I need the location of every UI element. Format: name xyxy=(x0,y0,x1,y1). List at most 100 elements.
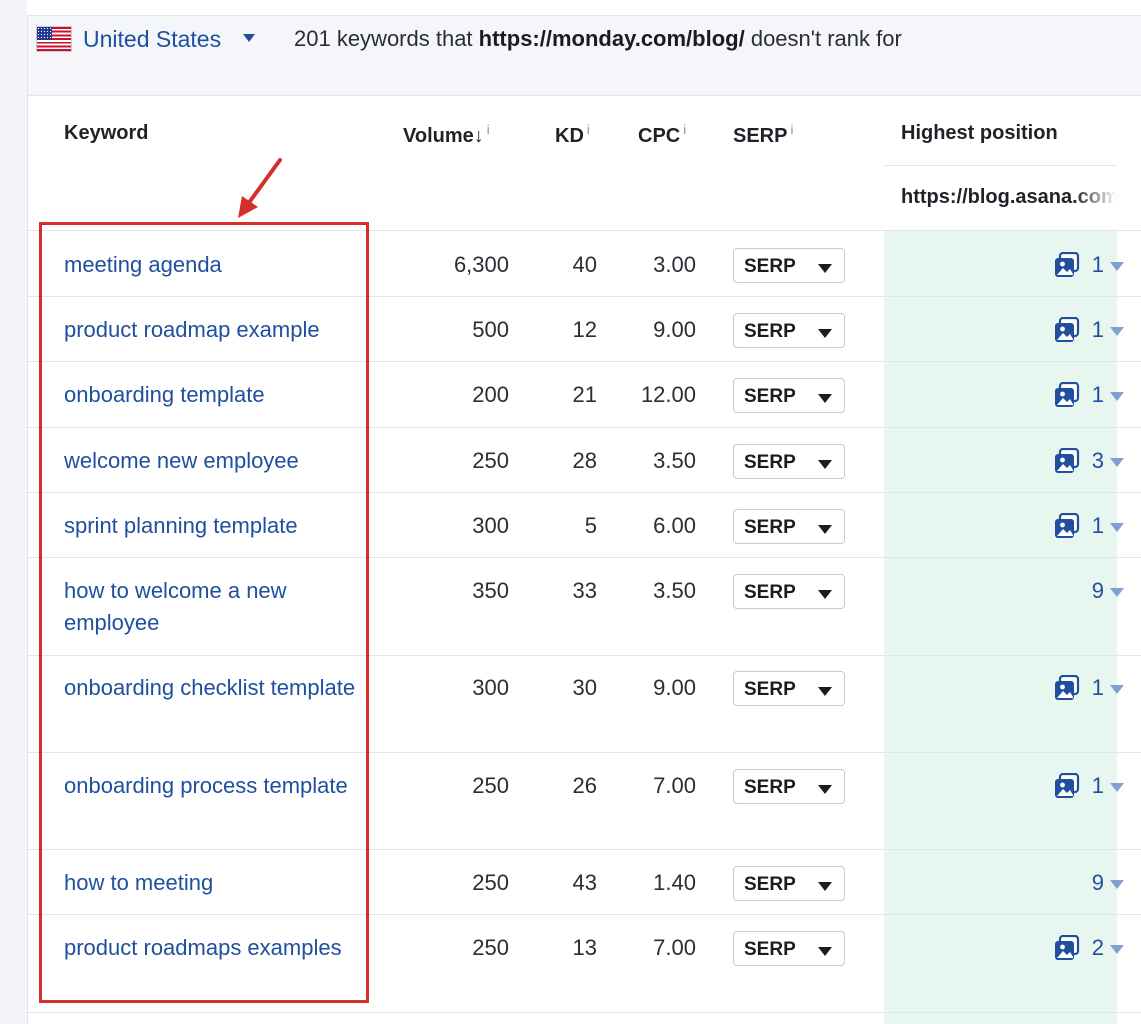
keyword-link[interactable]: product roadmap example xyxy=(64,314,364,346)
info-icon[interactable]: i xyxy=(790,122,793,137)
chevron-down-icon[interactable] xyxy=(1110,685,1124,694)
keyword-link[interactable]: onboarding template xyxy=(64,379,364,411)
arrow-icon xyxy=(238,158,282,218)
serp-button[interactable]: SERP xyxy=(733,931,845,966)
chevron-down-icon[interactable] xyxy=(1110,327,1124,336)
chevron-down-icon xyxy=(818,785,832,794)
cpc-cell: 9.00 xyxy=(653,317,696,342)
highest-position-cell[interactable]: 9 xyxy=(1062,575,1124,607)
keyword-link[interactable]: welcome new employee xyxy=(64,445,364,477)
column-header-highest-position[interactable]: Highest position xyxy=(901,122,1058,145)
image-pack-icon xyxy=(1055,513,1080,538)
keyword-link[interactable]: how to meeting xyxy=(64,867,364,899)
us-flag-icon[interactable] xyxy=(36,26,72,52)
highest-position-cell[interactable]: 2 xyxy=(1055,932,1124,964)
competitor-url-header[interactable]: https://blog.asana.com xyxy=(901,186,1117,209)
chevron-down-icon[interactable] xyxy=(1110,392,1124,401)
volume-cell: 500 xyxy=(472,317,509,342)
chevron-down-icon xyxy=(818,525,832,534)
table-row: sprint planning template 300 5 6.00 SERP 1 xyxy=(28,493,1141,558)
column-header-cpc[interactable]: CPC i xyxy=(638,122,686,148)
image-pack-icon xyxy=(1055,317,1080,342)
chevron-down-icon[interactable] xyxy=(1110,880,1124,889)
keyword-link[interactable]: onboarding process template xyxy=(64,770,364,802)
table-row: how to meeting 250 43 1.40 SERP 9 xyxy=(28,850,1141,915)
serp-button-label: SERP xyxy=(744,517,796,538)
chevron-down-icon[interactable] xyxy=(1110,588,1124,597)
volume-cell: 6,300 xyxy=(453,252,509,277)
cpc-cell: 3.50 xyxy=(653,578,696,603)
serp-button-label: SERP xyxy=(744,777,796,798)
serp-button[interactable]: SERP xyxy=(733,444,845,479)
cpc-cell: 6.00 xyxy=(653,513,696,538)
kd-cell: 12 xyxy=(572,317,597,342)
keyword-link[interactable]: sprint planning template xyxy=(64,510,364,542)
table-row: onboarding process template 250 26 7.00 SERP… xyxy=(28,753,1141,850)
highest-position-cell[interactable]: 3 xyxy=(1055,445,1124,477)
column-header-serp[interactable]: SERP i xyxy=(733,122,793,148)
serp-button-label: SERP xyxy=(744,321,796,342)
volume-cell: 300 xyxy=(472,513,509,538)
kd-cell: 43 xyxy=(572,870,597,895)
table-row: onboarding template 200 21 12.00 SERP 1 xyxy=(28,362,1141,428)
sort-desc-icon[interactable]: ↓ xyxy=(474,125,484,147)
chevron-down-icon[interactable] xyxy=(1110,945,1124,954)
highest-position-cell[interactable]: 1 xyxy=(1055,672,1124,704)
country-dropdown-caret-icon[interactable] xyxy=(243,34,255,42)
chevron-down-icon xyxy=(818,947,832,956)
position-value: 1 xyxy=(1091,513,1104,538)
serp-button-label: SERP xyxy=(744,386,796,407)
keyword-link[interactable]: how to welcome a new employee xyxy=(64,575,364,639)
keyword-link[interactable]: meeting agenda xyxy=(64,249,364,281)
chevron-down-icon xyxy=(818,264,832,273)
serp-button[interactable]: SERP xyxy=(733,313,845,348)
results-summary: 201 keywords that https://monday.com/blo… xyxy=(294,26,902,52)
highest-position-cell[interactable]: 1 xyxy=(1055,379,1124,411)
summary-prefix: 201 keywords that xyxy=(294,26,473,51)
cpc-cell: 12.00 xyxy=(640,382,696,407)
serp-button[interactable]: SERP xyxy=(733,248,845,283)
serp-button[interactable]: SERP xyxy=(733,769,845,804)
kd-cell: 33 xyxy=(572,578,597,603)
cpc-cell: 3.50 xyxy=(653,448,696,473)
highest-position-cell[interactable]: 1 xyxy=(1055,510,1124,542)
position-value: 2 xyxy=(1091,935,1104,960)
keyword-link[interactable]: product roadmaps examples xyxy=(64,932,364,964)
column-header-volume[interactable]: Volume↓ i xyxy=(403,122,490,148)
cpc-cell: 7.00 xyxy=(653,935,696,960)
highest-position-cell[interactable]: 1 xyxy=(1055,249,1124,281)
volume-cell: 250 xyxy=(472,870,509,895)
country-selector[interactable]: United States xyxy=(83,26,221,52)
chevron-down-icon[interactable] xyxy=(1110,262,1124,271)
info-icon[interactable]: i xyxy=(587,122,590,137)
highest-position-cell[interactable]: 1 xyxy=(1055,770,1124,802)
chevron-down-icon[interactable] xyxy=(1110,458,1124,467)
info-icon[interactable]: i xyxy=(487,122,490,137)
info-icon[interactable]: i xyxy=(683,122,686,137)
volume-cell: 250 xyxy=(472,935,509,960)
image-pack-icon xyxy=(1055,935,1080,960)
chevron-down-icon[interactable] xyxy=(1110,523,1124,532)
table-row: product roadmap example 500 12 9.00 SERP 1 xyxy=(28,297,1141,362)
serp-button-label: SERP xyxy=(744,874,796,895)
column-header-keyword[interactable]: Keyword xyxy=(64,122,148,145)
image-pack-icon xyxy=(1055,448,1080,473)
table-row: onboarding checklist template 300 30 9.00 SE… xyxy=(28,656,1141,753)
table-row: welcome new employee 250 28 3.50 SERP 3 xyxy=(28,428,1141,493)
volume-cell: 300 xyxy=(472,675,509,700)
keyword-link[interactable]: onboarding checklist template xyxy=(64,672,364,704)
highest-position-cell[interactable]: 1 xyxy=(1055,314,1124,346)
highest-position-cell[interactable]: 9 xyxy=(1062,867,1124,899)
kd-cell: 28 xyxy=(572,448,597,473)
serp-button[interactable]: SERP xyxy=(733,671,845,706)
serp-button[interactable]: SERP xyxy=(733,509,845,544)
left-page-frame xyxy=(0,0,28,1024)
serp-button[interactable]: SERP xyxy=(733,574,845,609)
volume-cell: 350 xyxy=(472,578,509,603)
image-pack-icon xyxy=(1055,252,1080,277)
serp-button[interactable]: SERP xyxy=(733,378,845,413)
column-header-kd[interactable]: KD i xyxy=(555,122,590,148)
chevron-down-icon[interactable] xyxy=(1110,783,1124,792)
image-pack-icon xyxy=(1055,773,1080,798)
serp-button[interactable]: SERP xyxy=(733,866,845,901)
